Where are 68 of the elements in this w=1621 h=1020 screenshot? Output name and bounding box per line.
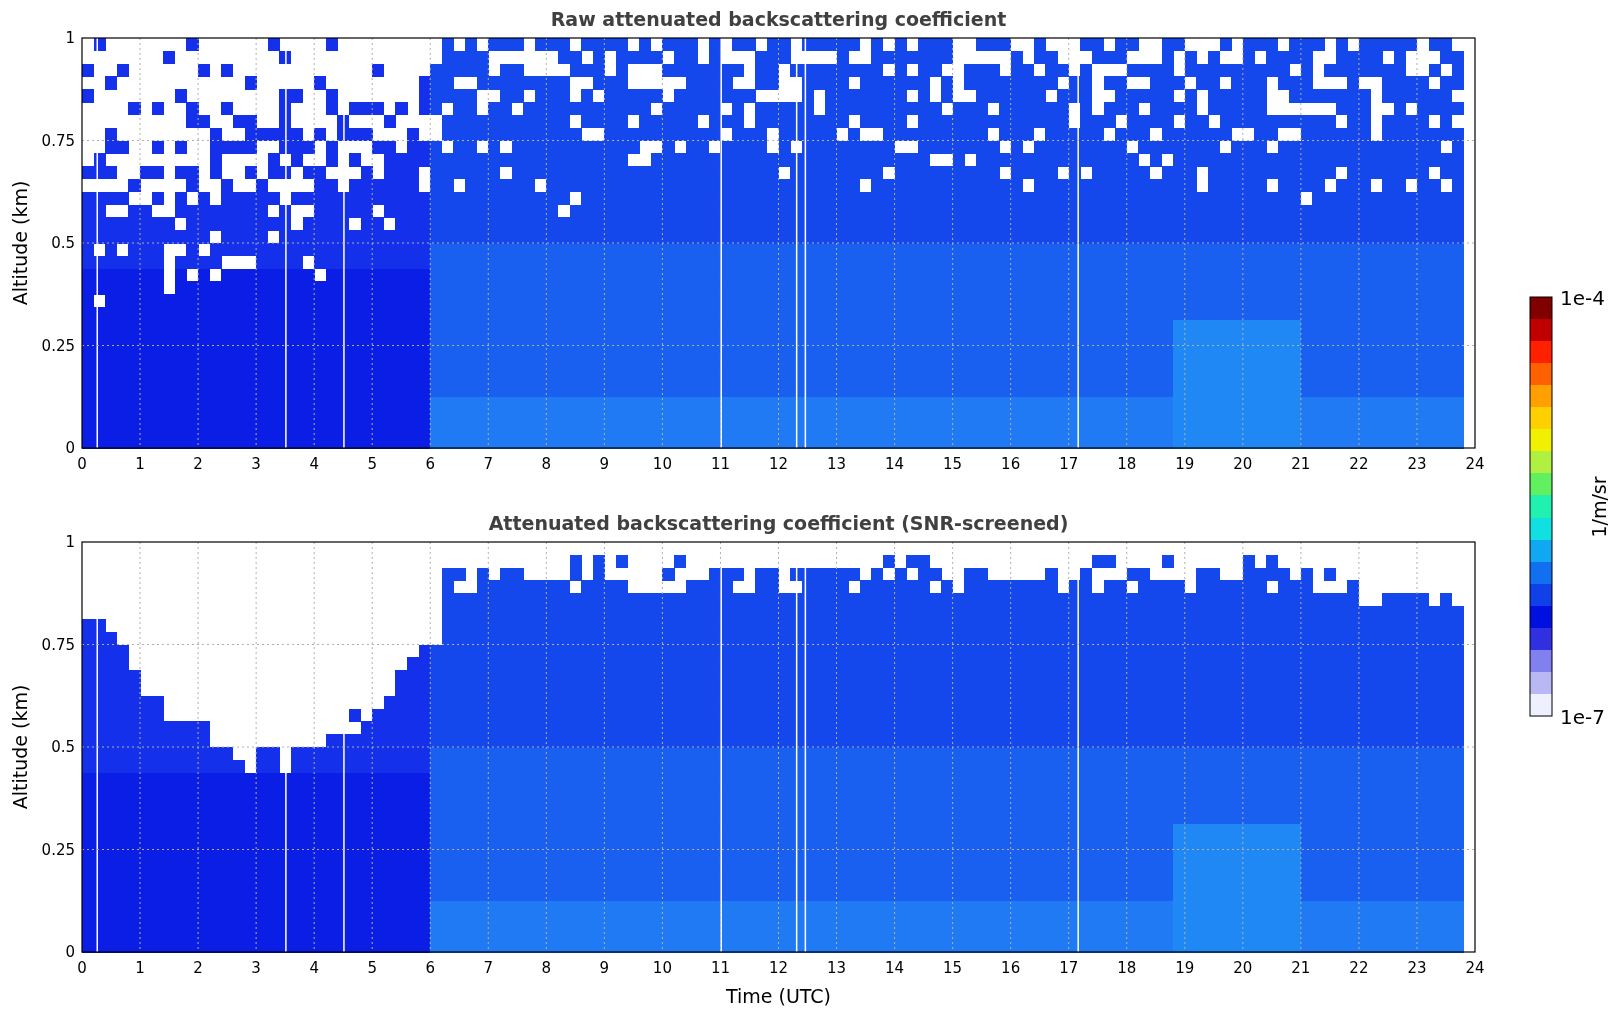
y-axis-label: Altitude (km) xyxy=(9,684,31,810)
colorbar-max-label: 1e-4 xyxy=(1560,286,1605,310)
y-tick-label: 1 xyxy=(65,533,75,551)
x-tick-label: 8 xyxy=(541,455,552,473)
x-tick-label: 17 xyxy=(1059,959,1079,977)
y-tick-label: 0.25 xyxy=(41,840,75,859)
x-tick-label: 22 xyxy=(1349,455,1369,473)
x-tick-label: 12 xyxy=(768,959,789,977)
y-tick-label: 0.5 xyxy=(51,738,75,756)
x-tick-label: 23 xyxy=(1407,959,1427,977)
x-tick-label: 0 xyxy=(77,455,87,473)
x-tick-label: 13 xyxy=(827,959,847,977)
x-tick-label: 0 xyxy=(77,959,87,977)
x-tick-label: 4 xyxy=(309,959,319,977)
x-tick-label: 7 xyxy=(483,455,494,473)
y-tick-label: 0.5 xyxy=(51,234,75,252)
x-tick-label: 22 xyxy=(1349,959,1369,977)
y-tick-label: 0.25 xyxy=(41,336,75,355)
chart-title: Attenuated backscattering coefficient (SNR-screened) xyxy=(488,512,1069,534)
x-tick-label: 8 xyxy=(541,959,552,977)
y-tick-label: 0 xyxy=(65,943,75,961)
x-tick-label: 11 xyxy=(710,959,730,977)
x-tick-label: 5 xyxy=(367,959,377,977)
x-tick-label: 10 xyxy=(652,959,672,977)
x-tick-label: 20 xyxy=(1233,959,1253,977)
x-tick-label: 20 xyxy=(1233,455,1253,473)
x-tick-label: 21 xyxy=(1291,959,1311,977)
x-tick-label: 15 xyxy=(943,959,963,977)
x-tick-label: 11 xyxy=(710,455,730,473)
x-tick-label: 16 xyxy=(1001,455,1021,473)
x-tick-label: 24 xyxy=(1465,959,1485,977)
x-tick-label: 6 xyxy=(425,455,435,473)
colorbar-label: 1/m/sr xyxy=(1588,476,1610,538)
x-tick-label: 17 xyxy=(1059,455,1079,473)
x-tick-label: 5 xyxy=(367,455,377,473)
chart-title: Raw attenuated backscattering coefficient xyxy=(550,8,1007,30)
x-tick-label: 3 xyxy=(251,455,261,473)
y-tick-label: 0.75 xyxy=(41,131,75,150)
x-axis-label: Time (UTC) xyxy=(726,985,831,1007)
x-tick-label: 7 xyxy=(483,959,494,977)
x-tick-label: 14 xyxy=(885,455,905,473)
x-tick-label: 1 xyxy=(135,959,145,977)
x-tick-label: 18 xyxy=(1117,959,1137,977)
x-tick-label: 3 xyxy=(251,959,261,977)
x-tick-label: 14 xyxy=(885,959,905,977)
x-tick-label: 18 xyxy=(1117,455,1137,473)
y-tick-label: 0.75 xyxy=(41,635,75,654)
x-tick-label: 21 xyxy=(1291,455,1311,473)
y-axis-label: Altitude (km) xyxy=(9,180,31,306)
x-tick-label: 15 xyxy=(943,455,963,473)
colorbar-min-label: 1e-7 xyxy=(1560,705,1605,729)
x-tick-label: 23 xyxy=(1407,455,1427,473)
y-tick-label: 1 xyxy=(65,29,75,47)
x-tick-label: 10 xyxy=(652,455,672,473)
x-tick-label: 9 xyxy=(599,959,610,977)
x-tick-label: 19 xyxy=(1175,455,1195,473)
x-tick-label: 2 xyxy=(193,959,203,977)
y-tick-label: 0 xyxy=(65,439,75,457)
x-tick-label: 24 xyxy=(1465,455,1485,473)
x-tick-label: 2 xyxy=(193,455,203,473)
x-tick-label: 13 xyxy=(827,455,847,473)
x-tick-label: 16 xyxy=(1001,959,1021,977)
x-tick-label: 12 xyxy=(768,455,789,473)
x-tick-label: 19 xyxy=(1175,959,1195,977)
x-tick-label: 4 xyxy=(309,455,319,473)
x-tick-label: 6 xyxy=(425,959,435,977)
x-tick-label: 1 xyxy=(135,455,145,473)
x-tick-label: 9 xyxy=(599,455,610,473)
